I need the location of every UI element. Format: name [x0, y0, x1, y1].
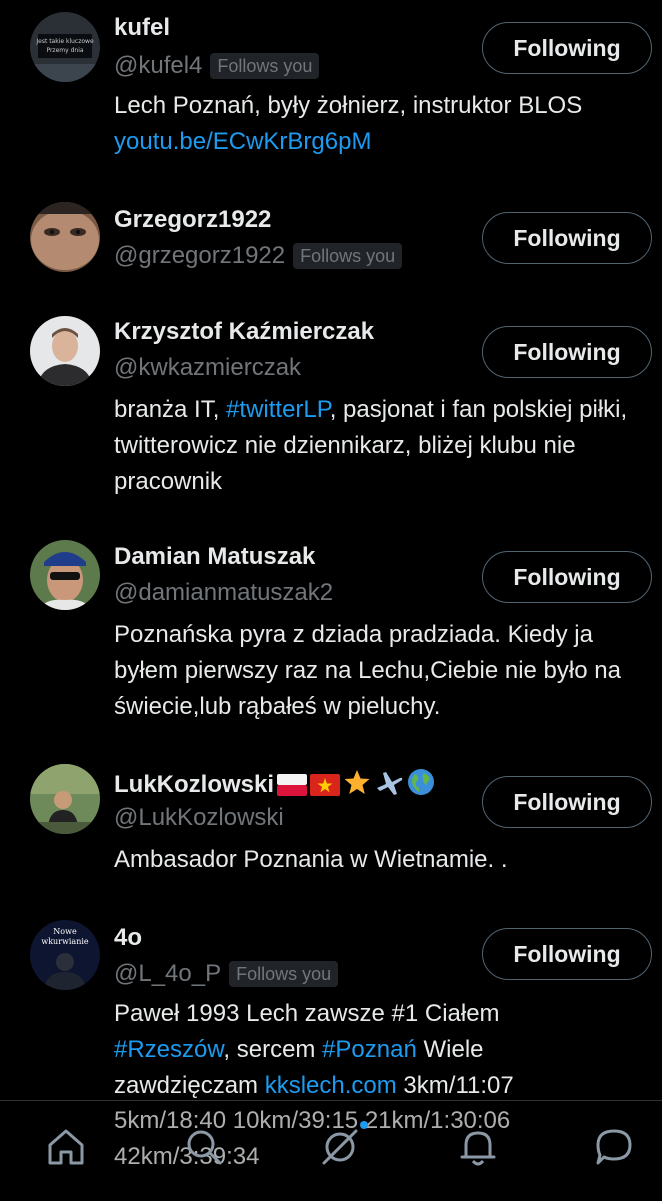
list-item[interactable]: Jest takie kluczowe Przemy dnia kufel @k… [0, 0, 662, 200]
user-name[interactable]: kufel [114, 14, 170, 42]
following-button[interactable]: Following [482, 326, 652, 378]
bio-line: zawdzięczam kkslech.com 3km/11:07 [114, 1068, 644, 1104]
bottom-nav: 5km/18:40 10km/39:15 21km/1:30:06 42km/3… [0, 1100, 662, 1201]
user-name[interactable]: Grzegorz1922 [114, 206, 271, 234]
user-bio: Poznańska pyra z dziada pradziada. Kiedy… [114, 621, 621, 720]
poland-flag-icon [277, 774, 308, 803]
following-button[interactable]: Following [482, 776, 652, 828]
globe-icon [407, 768, 435, 803]
handle-line: @kwkazmierczak [114, 354, 301, 382]
notification-dot [360, 1121, 368, 1129]
messages-icon[interactable] [592, 1125, 636, 1169]
home-icon[interactable] [44, 1125, 88, 1169]
star-icon [343, 768, 371, 803]
vietnam-flag-icon [310, 774, 341, 803]
search-icon[interactable] [182, 1125, 226, 1169]
user-handle[interactable]: @grzegorz1922 [114, 242, 285, 270]
bio-line: Paweł 1993 Lech zawsze #1 Ciałem [114, 1000, 500, 1027]
list-item[interactable]: Grzegorz1922 @grzegorz1922 Follows you F… [0, 198, 662, 306]
bio-hashtag[interactable]: #Poznań [322, 1036, 417, 1063]
user-name[interactable]: Krzysztof Kaźmierczak [114, 318, 374, 346]
user-handle[interactable]: @kufel4 [114, 52, 202, 80]
avatar-text: Jest takie kluczowe [35, 38, 94, 45]
avatar[interactable] [30, 764, 100, 834]
avatar-text: Nowe [53, 927, 77, 936]
bio-link[interactable]: youtu.be/ECwKrBrg6pM [114, 124, 644, 160]
user-bio: Paweł 1993 Lech zawsze #1 Ciałem #Rzeszó… [114, 996, 644, 1104]
handle-line: @damianmatuszak2 [114, 579, 333, 607]
bio-text: Wiele [416, 1036, 484, 1063]
grok-icon[interactable] [318, 1121, 368, 1169]
bio-text: Lech Poznań, były żołnierz, instruktor B… [114, 92, 583, 119]
follows-you-badge: Follows you [293, 243, 403, 269]
handle-line: @LukKozlowski [114, 804, 284, 832]
list-item[interactable]: LukKozlowski @LukKozlowski Following Amb… [0, 760, 662, 900]
airplane-icon [374, 768, 404, 803]
following-button[interactable]: Following [482, 212, 652, 264]
avatar-text: Przemy dnia [46, 47, 83, 54]
user-handle[interactable]: @L_4o_P [114, 960, 221, 988]
user-handle[interactable]: @damianmatuszak2 [114, 579, 333, 607]
bio-hashtag[interactable]: #Rzeszów [114, 1036, 223, 1063]
avatar[interactable] [30, 202, 100, 272]
bio-hashtag[interactable]: #twitterLP [226, 396, 330, 423]
avatar-text: wkurwianie [41, 937, 89, 946]
follows-you-badge: Follows you [229, 961, 339, 987]
list-item[interactable]: Damian Matuszak @damianmatuszak2 Followi… [0, 535, 662, 735]
bio-text: , sercem [223, 1036, 323, 1063]
avatar[interactable]: Nowe wkurwianie [30, 920, 100, 990]
follows-you-badge: Follows you [210, 53, 320, 79]
following-button[interactable]: Following [482, 551, 652, 603]
bio-text: 3km/11:07 [396, 1072, 514, 1099]
user-bio: branża IT, #twitterLP, pasjonat i fan po… [114, 392, 644, 500]
user-name[interactable]: 4o [114, 924, 142, 952]
following-button[interactable]: Following [482, 22, 652, 74]
user-name-text[interactable]: LukKozlowski [114, 771, 274, 798]
handle-line: @kufel4 Follows you [114, 52, 320, 80]
following-button[interactable]: Following [482, 928, 652, 980]
user-handle[interactable]: @LukKozlowski [114, 804, 284, 832]
avatar[interactable] [30, 540, 100, 610]
list-item[interactable]: Krzysztof Kaźmierczak @kwkazmierczak Fol… [0, 310, 662, 520]
user-handle[interactable]: @kwkazmierczak [114, 354, 301, 382]
user-bio: Lech Poznań, były żołnierz, instruktor B… [114, 88, 644, 160]
avatar[interactable] [30, 316, 100, 386]
notifications-icon[interactable] [456, 1125, 500, 1169]
bio-line: #Rzeszów, sercem #Poznań Wiele [114, 1032, 644, 1068]
handle-line: @L_4o_P Follows you [114, 960, 339, 988]
bio-link[interactable]: kkslech.com [265, 1072, 397, 1099]
bio-text: zawdzięczam [114, 1072, 265, 1099]
bio-text: branża IT, [114, 396, 227, 423]
user-name[interactable]: Damian Matuszak [114, 543, 315, 571]
user-bio: Ambasador Poznania w Wietnamie. . [114, 846, 508, 873]
user-name: LukKozlowski [114, 768, 435, 803]
avatar[interactable]: Jest takie kluczowe Przemy dnia [30, 12, 100, 82]
handle-line: @grzegorz1922 Follows you [114, 242, 403, 270]
